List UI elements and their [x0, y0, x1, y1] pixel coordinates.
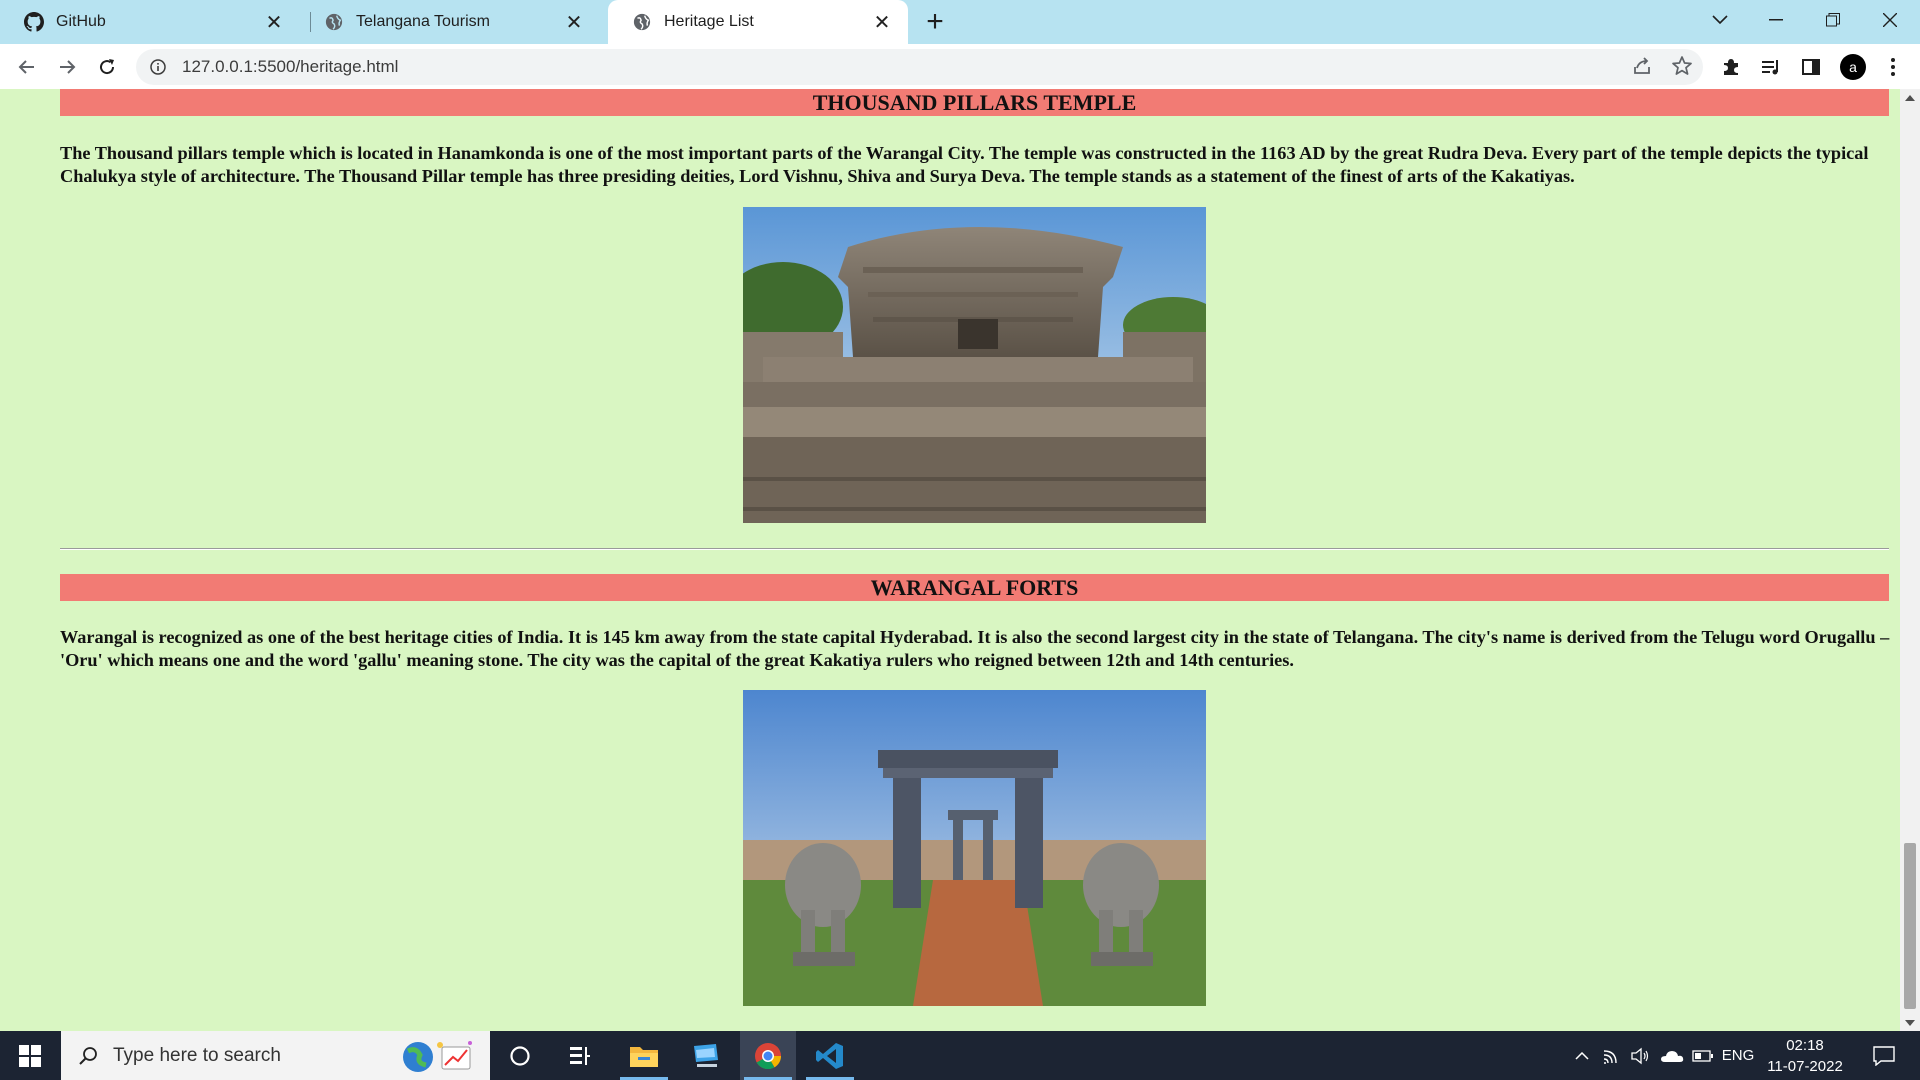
profile-initial: a [1849, 59, 1857, 75]
show-hidden-icons-chevron-icon[interactable] [1570, 1031, 1594, 1080]
section-heading-thousand-pillars: THOUSAND PILLARS TEMPLE [60, 89, 1889, 116]
restore-button[interactable] [1805, 0, 1861, 40]
file-explorer-icon[interactable] [616, 1031, 672, 1080]
section-text-warangal-forts: Warangal is recognized as one of the bes… [60, 627, 1890, 670]
browser-tab-strip: GitHub ✕ Telangana Tourism ✕ Heritage Li… [0, 0, 1920, 44]
battery-icon[interactable] [1690, 1031, 1716, 1080]
bookmark-star-icon[interactable] [1671, 55, 1693, 82]
tab-heritage-list[interactable]: Heritage List ✕ [608, 0, 908, 44]
start-button[interactable] [0, 1031, 60, 1080]
side-panel-icon[interactable] [1794, 50, 1828, 84]
scroll-up-arrow-icon[interactable] [1900, 89, 1920, 106]
browser-toolbar: 127.0.0.1:5500/heritage.html a [0, 44, 1920, 90]
clock-time: 02:18 [1786, 1036, 1824, 1054]
notification-center-icon[interactable] [1864, 1031, 1904, 1080]
more-menu-icon[interactable] [1876, 50, 1910, 84]
section-divider [60, 548, 1889, 550]
pc-app-icon[interactable] [678, 1031, 734, 1080]
tab-telangana-tourism[interactable]: Telangana Tourism ✕ [300, 0, 600, 44]
minimize-button[interactable] [1748, 0, 1804, 40]
chrome-icon[interactable] [740, 1031, 796, 1080]
url-text: 127.0.0.1:5500/heritage.html [182, 57, 399, 76]
taskbar-clock[interactable]: 02:18 11-07-2022 [1760, 1031, 1850, 1080]
site-info-icon[interactable] [148, 57, 168, 77]
cortana-button[interactable] [492, 1031, 548, 1080]
address-bar[interactable]: 127.0.0.1:5500/heritage.html [136, 49, 1703, 85]
section-heading-warangal-forts: WARANGAL FORTS [60, 574, 1889, 601]
reload-button[interactable] [90, 50, 124, 84]
close-tab-icon[interactable]: ✕ [262, 10, 286, 34]
taskbar-search-box[interactable]: Type here to search [61, 1031, 490, 1080]
language-indicator[interactable]: ENG [1720, 1031, 1756, 1080]
globe-icon [324, 12, 344, 32]
tab-title: Heritage List [664, 13, 754, 30]
globe-icon [632, 12, 652, 32]
warangal-fort-gateway-photo [743, 690, 1206, 1006]
onedrive-cloud-icon[interactable] [1658, 1031, 1686, 1080]
profile-avatar[interactable]: a [1836, 50, 1870, 84]
windows-taskbar: Type here to search ENG 02:18 11-07-2022 [0, 1031, 1920, 1080]
search-highlight-icon [403, 1041, 472, 1072]
media-queue-icon[interactable] [1754, 50, 1788, 84]
close-window-button[interactable] [1862, 0, 1918, 40]
network-icon[interactable] [1600, 1031, 1624, 1080]
vscode-icon[interactable] [802, 1031, 858, 1080]
tab-github[interactable]: GitHub ✕ [0, 0, 300, 44]
thousand-pillars-temple-photo [743, 207, 1206, 523]
page-scrollbar[interactable] [1900, 89, 1920, 1031]
close-tab-icon[interactable]: ✕ [562, 10, 586, 34]
section-text-thousand-pillars: The Thousand pillars temple which is loc… [60, 143, 1869, 186]
scroll-down-arrow-icon[interactable] [1900, 1014, 1920, 1031]
extensions-puzzle-icon[interactable] [1714, 50, 1748, 84]
search-placeholder: Type here to search [113, 1044, 281, 1066]
search-icon [77, 1045, 99, 1067]
scrollbar-thumb[interactable] [1904, 843, 1916, 1009]
close-tab-icon[interactable]: ✕ [870, 10, 894, 34]
page-viewport: THOUSAND PILLARS TEMPLE The Thousand pil… [0, 89, 1900, 1031]
forward-button[interactable] [50, 50, 84, 84]
tab-title: Telangana Tourism [356, 13, 491, 30]
volume-icon[interactable] [1628, 1031, 1652, 1080]
github-icon [24, 12, 44, 32]
clock-date: 11-07-2022 [1767, 1057, 1843, 1075]
share-icon[interactable] [1631, 55, 1653, 82]
tab-search-chevron-icon[interactable] [1692, 0, 1748, 40]
task-view-button[interactable] [552, 1031, 608, 1080]
new-tab-button[interactable]: + [919, 5, 951, 38]
back-button[interactable] [10, 50, 44, 84]
tab-title: GitHub [56, 13, 106, 30]
